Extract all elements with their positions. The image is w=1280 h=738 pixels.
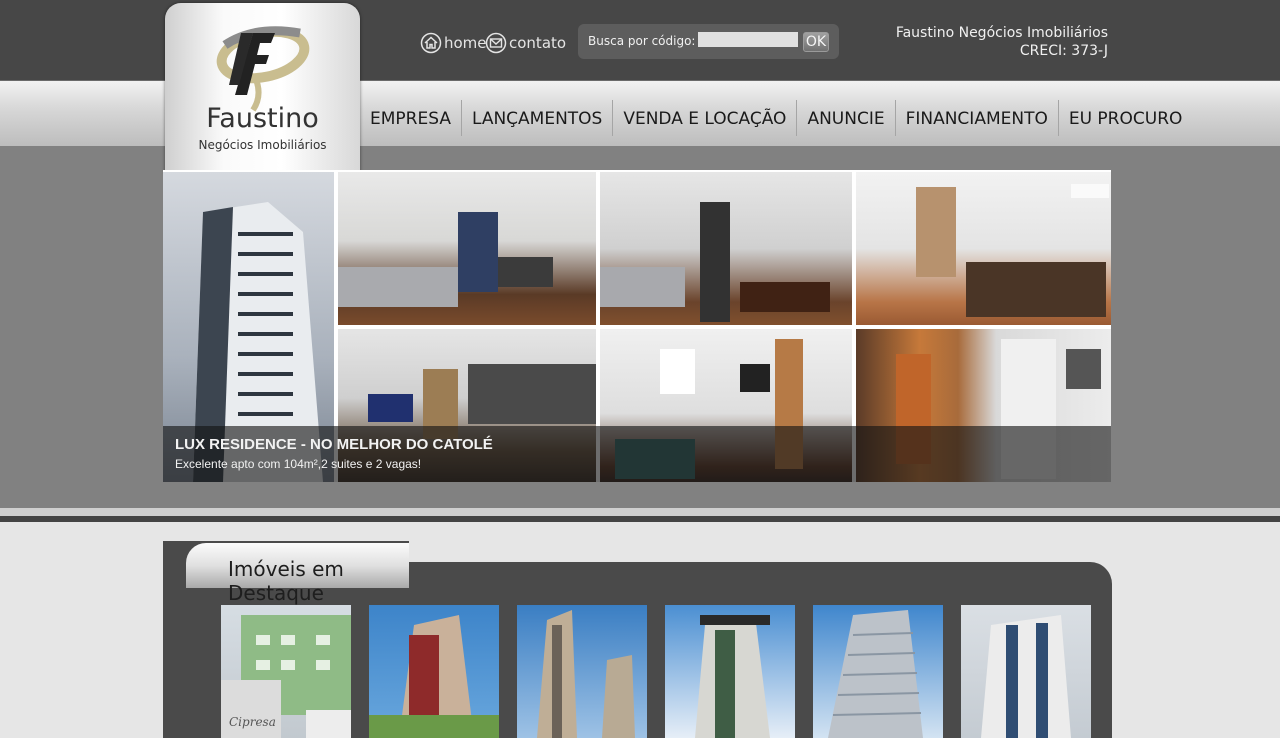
featured-property-5[interactable] [813,605,943,738]
logo-name: Faustino [206,103,319,134]
banner-caption: LUX RESIDENCE - NO MELHOR DO CATOLÉ Exce… [163,426,1111,482]
company-info: Faustino Negócios Imobiliários CRECI: 37… [896,24,1108,60]
featured-title: Imóveis em Destaque [228,557,344,605]
code-search: Busca por código: OK [578,24,839,59]
nav-empresa[interactable]: EMPRESA [360,100,462,136]
search-label: Busca por código: [588,34,696,48]
home-label: home [444,34,487,52]
banner-subtitle: Excelente apto com 104m²,2 suites e 2 va… [175,457,422,471]
logo-subtitle: Negócios Imobiliários [198,138,327,152]
logo-f-icon [216,26,310,112]
mail-icon [485,32,507,54]
dining-room-photo [600,172,852,325]
banner-slideshow[interactable]: LUX RESIDENCE - NO MELHOR DO CATOLÉ Exce… [163,170,1111,482]
company-creci: CRECI: 373-J [1019,43,1108,59]
nav-eu-procuro[interactable]: EU PROCURO [1059,100,1193,136]
featured-tab: Imóveis em Destaque [163,541,409,605]
featured-property-6[interactable] [961,605,1091,738]
main-nav: EMPRESA LANÇAMENTOS VENDA E LOCAÇÃO ANUN… [360,100,1192,136]
home-icon [420,32,442,54]
divider-light [0,508,1280,516]
featured-property-4[interactable] [665,605,795,738]
featured-property-2[interactable] [369,605,499,738]
nav-financiamento[interactable]: FINANCIAMENTO [896,100,1059,136]
company-name: Faustino Negócios Imobiliários [895,25,1108,41]
search-ok-button[interactable]: OK [803,32,829,52]
featured-property-3[interactable] [517,605,647,738]
living-room-photo [338,172,596,325]
nav-venda-locacao[interactable]: VENDA E LOCAÇÃO [613,100,798,136]
bedroom-photo [856,172,1111,325]
nav-lancamentos[interactable]: LANÇAMENTOS [462,100,614,136]
featured-property-1-watermark: Cipresa [229,715,276,729]
contato-link[interactable]: contato [485,32,566,54]
contato-label: contato [509,34,567,52]
featured-property-1[interactable]: Cipresa [221,605,351,738]
nav-anuncie[interactable]: ANUNCIE [797,100,896,136]
logo[interactable]: Faustino Negócios Imobiliários [165,3,360,173]
divider-dark [0,516,1280,522]
home-link[interactable]: home [420,32,487,54]
banner-title: LUX RESIDENCE - NO MELHOR DO CATOLÉ [175,436,493,453]
search-input[interactable] [698,32,798,47]
featured-tab-inner: Imóveis em Destaque [186,543,409,605]
